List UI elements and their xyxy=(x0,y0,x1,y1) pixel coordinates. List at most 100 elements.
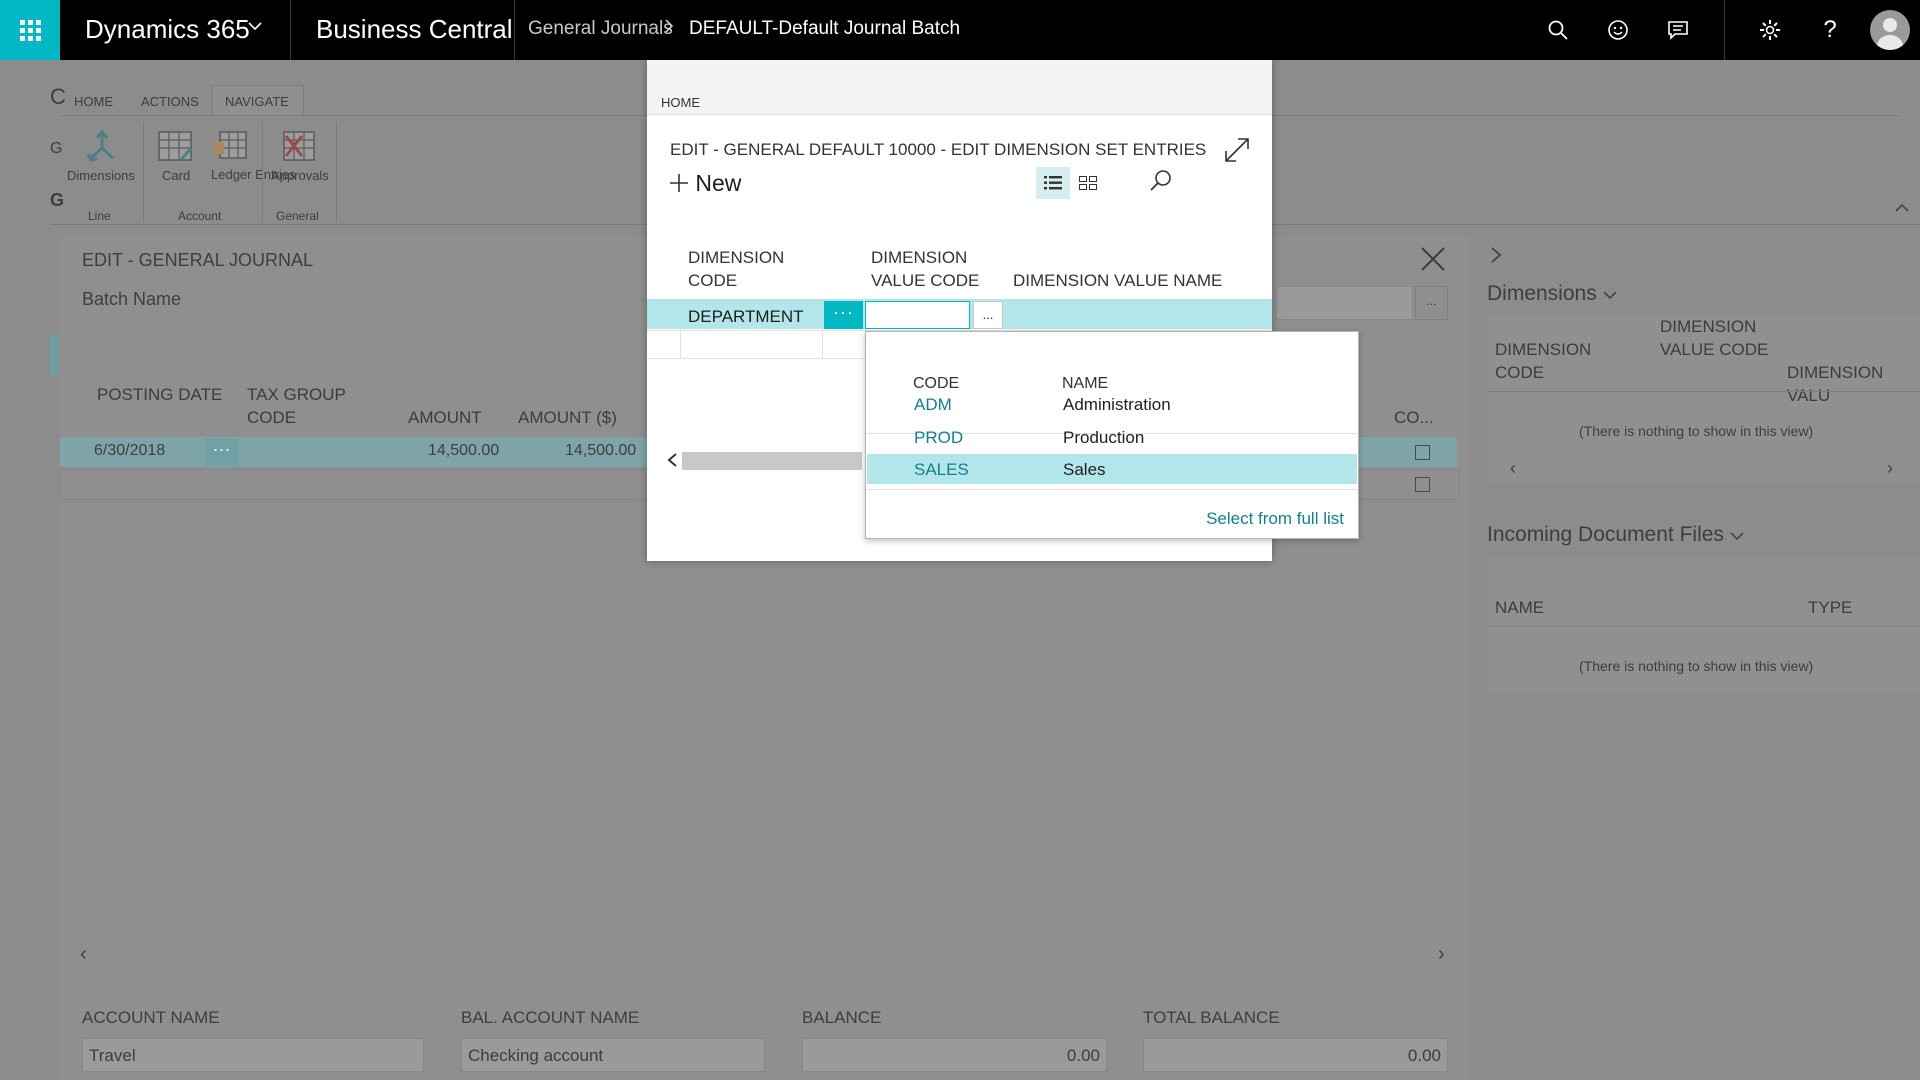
col-co: CO... xyxy=(1394,408,1434,427)
amount-usd-cell[interactable]: 14,500.00 xyxy=(565,442,636,460)
dropdown-item-sales[interactable]: SALES Sales xyxy=(867,454,1357,484)
breadcrumb-general-journals[interactable]: General Journals xyxy=(528,18,673,40)
incoming-empty-text: (There is nothing to show in this view) xyxy=(1579,658,1814,674)
fb-col-type: TYPE xyxy=(1808,598,1853,617)
help-icon[interactable]: ? xyxy=(1800,0,1860,60)
col-tax-group-code: TAX GROUP CODE xyxy=(247,385,346,427)
modal-tab-home[interactable]: HOME xyxy=(661,95,700,110)
dd-name: Administration xyxy=(1063,395,1171,414)
waffle-icon xyxy=(19,19,41,41)
search-icon[interactable] xyxy=(1528,0,1588,60)
ribbon-group-line: Line xyxy=(88,209,111,223)
chat-icon[interactable] xyxy=(1648,0,1708,60)
collapse-ribbon-icon[interactable] xyxy=(1895,200,1909,216)
dd-code[interactable]: ADM xyxy=(914,395,952,415)
fb-col-dimension-code: DIMENSION CODE xyxy=(1495,340,1592,382)
dimensions-icon[interactable] xyxy=(83,129,121,164)
chevron-down-icon[interactable] xyxy=(248,16,262,39)
journal-title: EDIT - GENERAL JOURNAL xyxy=(82,250,314,270)
card-button[interactable]: Card xyxy=(162,168,190,183)
dropdown-item-prod[interactable]: PROD Production xyxy=(867,422,1357,452)
divider xyxy=(867,489,1357,490)
posting-date-cell[interactable]: 6/30/2018 xyxy=(94,442,165,460)
divider xyxy=(336,122,337,222)
fb-col-name: NAME xyxy=(1495,598,1545,617)
ribbon-tab-navigate[interactable]: NAVIGATE xyxy=(225,94,289,109)
tile-view-icon[interactable] xyxy=(1071,167,1105,199)
avatar[interactable] xyxy=(1870,10,1910,50)
balance-field: 0.00 xyxy=(802,1038,1107,1072)
balance-label: BALANCE xyxy=(802,1008,882,1027)
dropdown-item-adm[interactable]: ADM Administration xyxy=(867,389,1357,419)
expand-icon[interactable] xyxy=(1220,133,1254,167)
close-icon[interactable] xyxy=(1420,246,1446,280)
dimensions-button[interactable]: Dimensions xyxy=(67,168,135,183)
col-amount: AMOUNT xyxy=(408,408,482,427)
scroll-left-icon[interactable]: ‹ xyxy=(1510,458,1516,479)
approvals-button[interactable]: Approvals xyxy=(271,168,329,183)
list-view-icon[interactable] xyxy=(1036,167,1070,199)
ledger-entries-icon[interactable] xyxy=(212,128,250,162)
gear-icon[interactable] xyxy=(1740,0,1800,60)
scroll-right-icon[interactable]: › xyxy=(1438,943,1445,966)
row-actions-button[interactable]: ··· xyxy=(824,301,863,329)
scroll-left-icon[interactable] xyxy=(666,452,678,473)
dd-code[interactable]: PROD xyxy=(914,428,963,448)
divider xyxy=(822,330,823,358)
app-launcher-button[interactable] xyxy=(0,0,60,60)
batch-name-field[interactable] xyxy=(1276,286,1413,320)
dimensions-empty-text: (There is nothing to show in this view) xyxy=(1579,423,1814,439)
lookup-button[interactable]: ... xyxy=(973,301,1003,329)
page-title-fragment: C xyxy=(50,84,66,109)
incoming-docs-title[interactable]: Incoming Document Files xyxy=(1487,523,1744,547)
checkbox[interactable] xyxy=(1415,477,1430,492)
ribbon-group-account: Account xyxy=(178,209,222,223)
account-name-field: Travel xyxy=(82,1038,424,1072)
card-icon[interactable] xyxy=(157,130,195,164)
bal-account-name-label: BAL. ACCOUNT NAME xyxy=(461,1008,640,1027)
batch-name-label: Batch Name xyxy=(82,289,182,309)
chevron-right-icon[interactable] xyxy=(1490,244,1502,270)
total-balance-label: TOTAL BALANCE xyxy=(1143,1008,1280,1027)
ribbon-group-general: General xyxy=(276,209,319,223)
new-button-label: New xyxy=(695,170,742,196)
approvals-icon[interactable] xyxy=(280,130,318,164)
row-actions-button[interactable]: ··· xyxy=(205,438,238,466)
ribbon-tab-actions[interactable]: ACTIONS xyxy=(141,94,199,109)
col-dimension-value-name: DIMENSION VALUE NAME xyxy=(1013,271,1223,290)
divider xyxy=(1487,391,1920,392)
dimensions-factbox-title[interactable]: Dimensions xyxy=(1487,282,1617,306)
col-dimension-code: DIMENSION CODE xyxy=(688,248,785,290)
col-amount-usd: AMOUNT ($) xyxy=(518,408,617,427)
breadcrumb-current: DEFAULT-Default Journal Batch xyxy=(689,18,961,39)
modal-title: EDIT - GENERAL DEFAULT 10000 - EDIT DIME… xyxy=(670,140,1207,159)
select-from-full-list-link[interactable]: Select from full list xyxy=(1206,509,1344,529)
row-indicator xyxy=(50,335,59,375)
divider xyxy=(1724,0,1725,60)
modal-ribbon: HOME xyxy=(647,60,1272,115)
search-icon[interactable] xyxy=(1147,167,1179,199)
ribbon-tab-home[interactable]: HOME xyxy=(74,94,113,109)
divider xyxy=(514,0,515,60)
dimension-value-code-input[interactable] xyxy=(865,301,970,329)
divider xyxy=(290,0,291,60)
account-name-label: ACCOUNT NAME xyxy=(82,1008,220,1027)
dd-code[interactable]: SALES xyxy=(914,460,969,480)
divider xyxy=(262,122,263,222)
scroll-right-icon[interactable]: › xyxy=(1887,458,1893,479)
col-posting-date: POSTING DATE xyxy=(97,385,223,404)
new-button[interactable]: New xyxy=(669,170,741,197)
batch-lookup-button[interactable]: ... xyxy=(1415,286,1448,320)
page-fragment: G xyxy=(50,140,63,157)
dimension-code-cell[interactable]: DEPARTMENT xyxy=(688,307,804,327)
smiley-icon[interactable] xyxy=(1588,0,1648,60)
checkbox[interactable] xyxy=(1415,445,1430,460)
app-name[interactable]: Dynamics 365 xyxy=(85,14,250,45)
amount-cell[interactable]: 14,500.00 xyxy=(428,442,499,460)
product-name[interactable]: Business Central xyxy=(316,14,513,45)
scroll-left-icon[interactable]: ‹ xyxy=(80,943,87,966)
dd-name: Sales xyxy=(1063,460,1106,479)
divider xyxy=(143,122,144,222)
horizontal-scrollbar[interactable] xyxy=(682,452,862,470)
bal-account-name-field: Checking account xyxy=(461,1038,765,1072)
